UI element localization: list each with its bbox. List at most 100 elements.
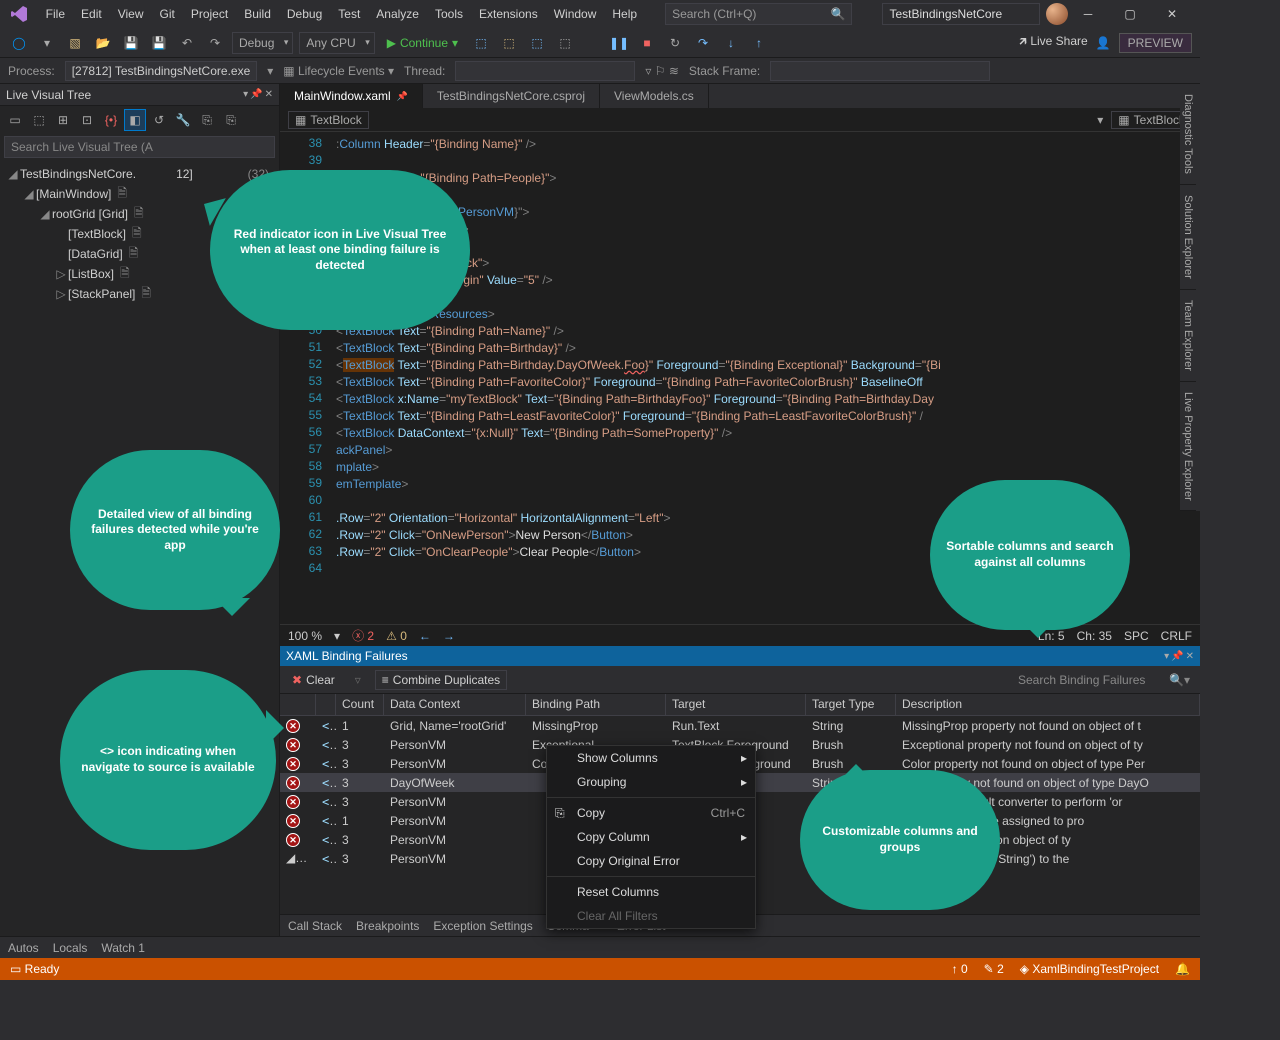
step-icon-2[interactable]: ↓ xyxy=(720,32,742,54)
step-icon-3[interactable]: ↑ xyxy=(748,32,770,54)
notifications-icon[interactable]: 🔔 xyxy=(1175,962,1190,976)
context-menu[interactable]: Show ColumnsGrouping ⎘CopyCtrl+CCopy Colu… xyxy=(546,745,756,929)
autos-tabs[interactable]: Autos Locals Watch 1 xyxy=(0,936,1200,958)
ctx-item[interactable]: Copy Column xyxy=(547,825,755,849)
autos-tab[interactable]: Autos xyxy=(8,941,39,955)
side-tab[interactable]: Team Explorer xyxy=(1180,290,1196,382)
right-tool-tabs[interactable]: Diagnostic ToolsSolution ExplorerTeam Ex… xyxy=(1180,84,1200,511)
close-button[interactable]: ✕ xyxy=(1152,2,1192,26)
debug-icon-4[interactable]: ⬚ xyxy=(554,32,576,54)
avatar[interactable] xyxy=(1046,3,1068,25)
nav-fwd-icon[interactable]: ▾ xyxy=(36,32,58,54)
menu-tools[interactable]: Tools xyxy=(427,3,471,25)
lvt-ico-7[interactable]: ↺ xyxy=(148,109,170,131)
side-tab[interactable]: Live Property Explorer xyxy=(1180,382,1196,512)
pin-icon[interactable]: 📌 xyxy=(1171,651,1183,662)
debug-icon-3[interactable]: ⬚ xyxy=(526,32,548,54)
close-panel-icon[interactable]: ✕ xyxy=(265,89,273,100)
close-panel-icon[interactable]: ✕ xyxy=(1186,651,1194,662)
pending-edits[interactable]: ✎ 2 xyxy=(984,962,1004,976)
menu-window[interactable]: Window xyxy=(546,3,605,25)
menu-git[interactable]: Git xyxy=(152,3,183,25)
tab-1[interactable]: TestBindingsNetCore.csproj xyxy=(423,84,600,108)
save-all-icon[interactable]: 💾 xyxy=(148,32,170,54)
side-tab[interactable]: Diagnostic Tools xyxy=(1180,84,1196,185)
menu-build[interactable]: Build xyxy=(236,3,279,25)
lvt-ico-2[interactable]: ⬚ xyxy=(28,109,50,131)
open-icon[interactable]: 📂 xyxy=(92,32,114,54)
dropdown-icon[interactable]: ▾ xyxy=(243,89,248,100)
lifecycle-label[interactable]: ▦ Lifecycle Events ▾ xyxy=(283,64,394,78)
menu-debug[interactable]: Debug xyxy=(279,3,330,25)
lvt-ico-8[interactable]: 🔧 xyxy=(172,109,194,131)
publish-up[interactable]: ↑ 0 xyxy=(952,962,968,976)
project-name[interactable]: ◈ XamlBindingTestProject xyxy=(1020,962,1159,976)
ctx-item[interactable]: Show Columns xyxy=(547,746,755,770)
lvt-ico-1[interactable]: ▭ xyxy=(4,109,26,131)
debug-icon-2[interactable]: ⬚ xyxy=(498,32,520,54)
lvt-ico-6[interactable]: ◧ xyxy=(124,109,146,131)
binding-search-input[interactable]: Search Binding Failures 🔍▾ xyxy=(1014,670,1194,690)
menu-test[interactable]: Test xyxy=(330,3,368,25)
step-icon-1[interactable]: ↷ xyxy=(692,32,714,54)
continue-button[interactable]: ▶ Continue ▾ xyxy=(381,36,464,50)
dropdown-icon[interactable]: ▾ xyxy=(1164,651,1169,662)
tab-0[interactable]: MainWindow.xaml xyxy=(280,84,423,108)
thread-dropdown[interactable] xyxy=(455,61,635,81)
solution-name[interactable]: TestBindingsNetCore xyxy=(882,3,1040,25)
debug-icon-1[interactable]: ⬚ xyxy=(470,32,492,54)
ctx-item[interactable]: Grouping xyxy=(547,770,755,794)
pin-icon[interactable]: 📌 xyxy=(250,89,262,100)
lvt-ico-3[interactable]: ⊞ xyxy=(52,109,74,131)
lvt-ico-4[interactable]: ⊡ xyxy=(76,109,98,131)
save-icon[interactable]: 💾 xyxy=(120,32,142,54)
redo-icon[interactable]: ↷ xyxy=(204,32,226,54)
config-dropdown[interactable]: Debug xyxy=(232,32,293,54)
ctx-item[interactable]: Copy Original Error xyxy=(547,849,755,873)
search-input[interactable]: Search (Ctrl+Q) 🔍 xyxy=(665,3,852,25)
menu-extensions[interactable]: Extensions xyxy=(471,3,546,25)
clear-button[interactable]: ✖ Clear xyxy=(286,671,341,689)
undo-icon[interactable]: ↶ xyxy=(176,32,198,54)
process-dropdown[interactable]: [27812] TestBindingsNetCore.exe xyxy=(65,61,258,81)
maximize-button[interactable]: ▢ xyxy=(1110,2,1150,26)
lvt-ico-9[interactable]: ⎘ xyxy=(196,109,218,131)
platform-dropdown[interactable]: Any CPU xyxy=(299,32,374,54)
live-share-button[interactable]: 🡵 Live Share xyxy=(1019,32,1088,53)
menu-view[interactable]: View xyxy=(110,3,152,25)
menu-edit[interactable]: Edit xyxy=(73,3,110,25)
ctx-item[interactable]: Reset Columns xyxy=(547,880,755,904)
pause-icon[interactable]: ❚❚ xyxy=(608,32,630,54)
tree-node[interactable]: ◢TestBindingsNetCore.12](32) xyxy=(0,164,279,184)
menu-file[interactable]: File xyxy=(38,3,73,25)
combine-duplicates-button[interactable]: ≡ Combine Duplicates xyxy=(375,670,507,690)
filter-icon[interactable]: ▿ xyxy=(349,671,367,689)
autos-tab[interactable]: Watch 1 xyxy=(101,941,145,955)
autos-tab[interactable]: Locals xyxy=(53,941,88,955)
bottom-tab[interactable]: Breakpoints xyxy=(356,919,419,933)
ctx-item[interactable]: ⎘CopyCtrl+C xyxy=(547,801,755,825)
minimize-button[interactable]: ─ xyxy=(1068,2,1108,26)
grid-header[interactable]: Count Data Context Binding Path Target T… xyxy=(280,694,1200,716)
restart-icon[interactable]: ↻ xyxy=(664,32,686,54)
stackframe-dropdown[interactable] xyxy=(770,61,990,81)
menu-project[interactable]: Project xyxy=(183,3,236,25)
zoom-level[interactable]: 100 % xyxy=(288,629,322,643)
user-icon[interactable]: 👤 xyxy=(1096,36,1111,50)
lvt-ico-5[interactable]: {•} xyxy=(100,109,122,131)
warning-count[interactable]: ⚠ 0 xyxy=(386,629,407,643)
menu-help[interactable]: Help xyxy=(604,3,645,25)
bottom-tab[interactable]: Call Stack xyxy=(288,919,342,933)
crumb-left[interactable]: ▦ TextBlock xyxy=(288,111,369,129)
nav-back-icon[interactable]: ◯ xyxy=(8,32,30,54)
menu-analyze[interactable]: Analyze xyxy=(368,3,427,25)
nav-next-icon[interactable]: → xyxy=(443,629,455,643)
new-icon[interactable]: ▧ xyxy=(64,32,86,54)
side-tab[interactable]: Solution Explorer xyxy=(1180,185,1196,290)
nav-prev-icon[interactable]: ← xyxy=(419,629,431,643)
error-count[interactable]: ⓧ 2 xyxy=(352,627,374,644)
failure-row[interactable]: ✕<>1Grid, Name='rootGrid'MissingPropRun.… xyxy=(280,716,1200,735)
stop-icon[interactable]: ■ xyxy=(636,32,658,54)
bottom-tab[interactable]: Exception Settings xyxy=(433,919,532,933)
tab-2[interactable]: ViewModels.cs xyxy=(600,84,709,108)
